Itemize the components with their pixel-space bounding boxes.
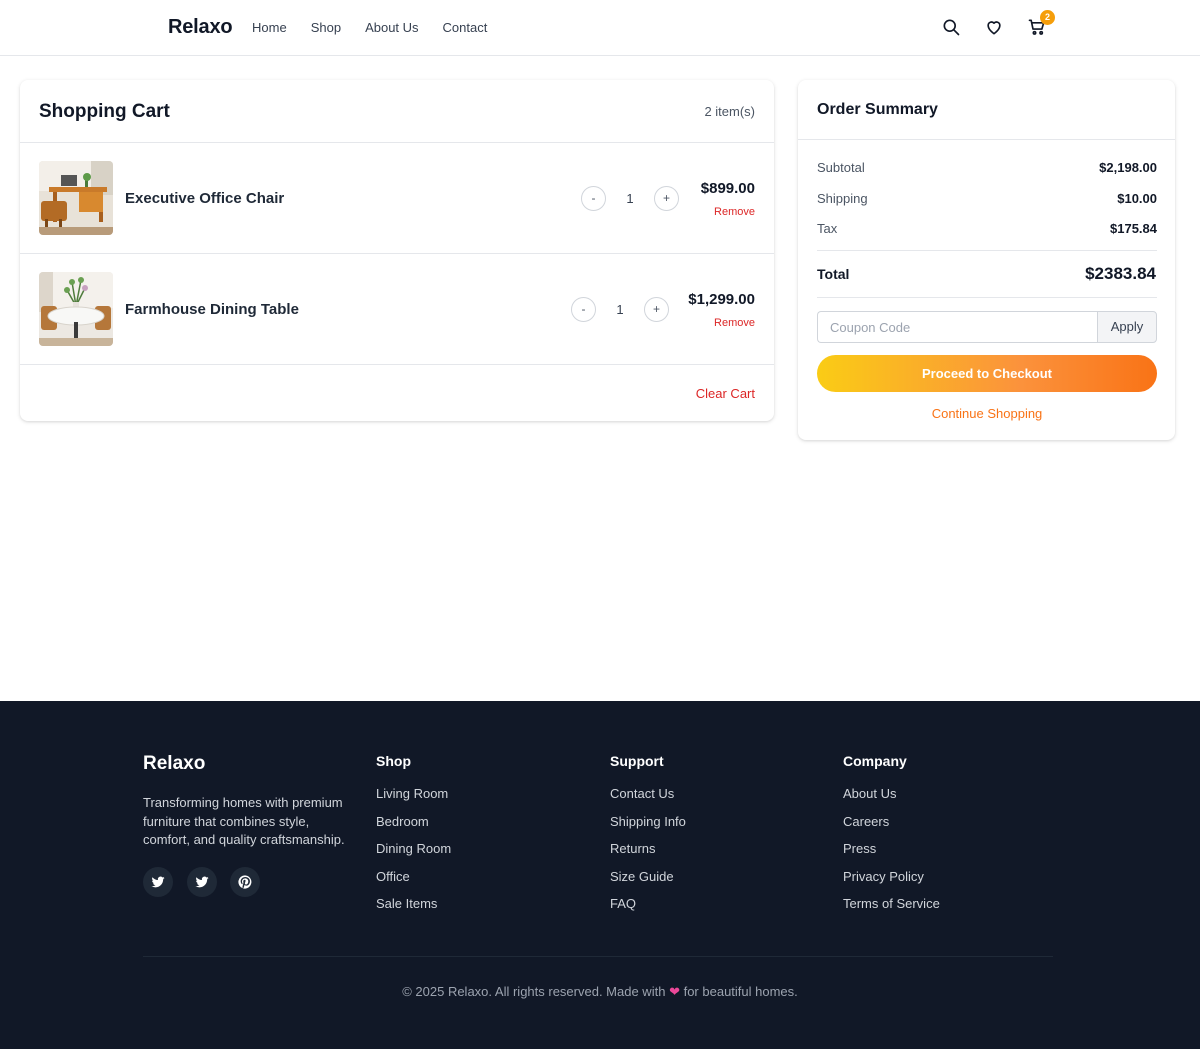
copyright-text: © 2025 Relaxo. All rights reserved. Made… [0, 984, 1200, 1000]
remove-item-button[interactable]: Remove [714, 317, 755, 329]
shipping-value: $10.00 [1117, 191, 1157, 206]
tax-label: Tax [817, 221, 838, 236]
twitter-icon[interactable] [143, 867, 173, 897]
summary-divider [817, 250, 1157, 251]
summary-title: Order Summary [817, 101, 938, 118]
copyright-suffix: for beautiful homes. [683, 984, 798, 999]
remove-item-button[interactable]: Remove [714, 206, 755, 218]
cart-item-count: 2 item(s) [704, 104, 755, 119]
nav-about[interactable]: About Us [365, 20, 418, 35]
copyright-prefix: © 2025 Relaxo. All rights reserved. Made… [402, 984, 666, 999]
footer-link[interactable]: Press [843, 841, 940, 869]
item-price: $1,299.00 [688, 291, 755, 308]
item-name[interactable]: Farmhouse Dining Table [125, 301, 299, 318]
quantity-value: 1 [616, 302, 624, 317]
heart-icon: ❤ [669, 984, 680, 999]
footer-brand: Relaxo [143, 753, 206, 774]
footer-link[interactable]: Dining Room [376, 841, 451, 869]
footer-link[interactable]: Living Room [376, 786, 451, 814]
total-value: $2383.84 [1085, 264, 1156, 283]
nav-shop[interactable]: Shop [311, 20, 341, 35]
summary-header: Order Summary [798, 80, 1175, 140]
subtotal-row: Subtotal $2,198.00 [817, 160, 1157, 175]
increase-quantity-button[interactable]: + [644, 297, 669, 322]
search-icon[interactable] [941, 17, 961, 37]
decrease-quantity-button[interactable]: - [581, 186, 606, 211]
order-summary-panel: Order Summary Subtotal $2,198.00 Shippin… [798, 80, 1175, 440]
site-header: Relaxo Home Shop About Us Contact 2 [0, 0, 1200, 56]
decrease-quantity-button[interactable]: - [571, 297, 596, 322]
footer-description: Transforming homes with premium furnitur… [143, 795, 345, 847]
footer-link[interactable]: Office [376, 869, 451, 897]
nav-contact[interactable]: Contact [443, 20, 488, 35]
shipping-label: Shipping [817, 191, 868, 206]
footer-link[interactable]: Privacy Policy [843, 869, 940, 897]
increase-quantity-button[interactable]: + [654, 186, 679, 211]
logo[interactable]: Relaxo [168, 16, 233, 39]
footer-divider [143, 956, 1053, 957]
subtotal-value: $2,198.00 [1099, 160, 1157, 175]
twitter-icon[interactable] [187, 867, 217, 897]
product-image-dining-table[interactable] [39, 272, 113, 346]
footer-column-shop: Shop Living Room Bedroom Dining Room Off… [376, 753, 451, 924]
cart-item: Executive Office Chair - 1 + $899.00 Rem… [20, 143, 774, 254]
footer-column-title: Support [610, 753, 664, 769]
cart-header: Shopping Cart 2 item(s) [20, 80, 774, 143]
footer-link[interactable]: Careers [843, 814, 940, 842]
quantity-value: 1 [626, 191, 634, 206]
continue-shopping-link[interactable]: Continue Shopping [817, 406, 1157, 421]
total-label: Total [817, 266, 850, 282]
footer-link[interactable]: FAQ [610, 896, 686, 924]
heart-icon[interactable] [984, 17, 1004, 37]
tax-row: Tax $175.84 [817, 221, 1157, 236]
shopping-cart-panel: Shopping Cart 2 item(s) Executive Office… [20, 80, 774, 421]
cart-item: Farmhouse Dining Table - 1 + $1,299.00 R… [20, 254, 774, 365]
footer-column-company: Company About Us Careers Press Privacy P… [843, 753, 940, 924]
footer-link[interactable]: Contact Us [610, 786, 686, 814]
footer-link[interactable]: Size Guide [610, 869, 686, 897]
pinterest-icon[interactable] [230, 867, 260, 897]
cart-title: Shopping Cart [39, 101, 170, 122]
footer-column-title: Company [843, 753, 907, 769]
footer-link[interactable]: Terms of Service [843, 896, 940, 924]
footer-link[interactable]: Sale Items [376, 896, 451, 924]
proceed-to-checkout-button[interactable]: Proceed to Checkout [817, 355, 1157, 392]
product-image-office-chair[interactable] [39, 161, 113, 235]
item-name[interactable]: Executive Office Chair [125, 190, 284, 207]
site-footer: Relaxo Transforming homes with premium f… [0, 701, 1200, 1049]
item-price: $899.00 [700, 180, 755, 197]
footer-link[interactable]: Returns [610, 841, 686, 869]
subtotal-label: Subtotal [817, 160, 865, 175]
tax-value: $175.84 [1110, 221, 1157, 236]
summary-divider [817, 297, 1157, 298]
main-nav: Home Shop About Us Contact [252, 20, 511, 35]
apply-coupon-button[interactable]: Apply [1097, 311, 1157, 343]
clear-cart-button[interactable]: Clear Cart [696, 386, 755, 401]
footer-column-title: Shop [376, 753, 411, 769]
coupon-code-input[interactable] [817, 311, 1097, 343]
nav-home[interactable]: Home [252, 20, 287, 35]
footer-link[interactable]: Bedroom [376, 814, 451, 842]
footer-link[interactable]: About Us [843, 786, 940, 814]
cart-count-badge: 2 [1040, 10, 1055, 25]
shipping-row: Shipping $10.00 [817, 191, 1157, 206]
footer-link[interactable]: Shipping Info [610, 814, 686, 842]
footer-column-support: Support Contact Us Shipping Info Returns… [610, 753, 686, 924]
